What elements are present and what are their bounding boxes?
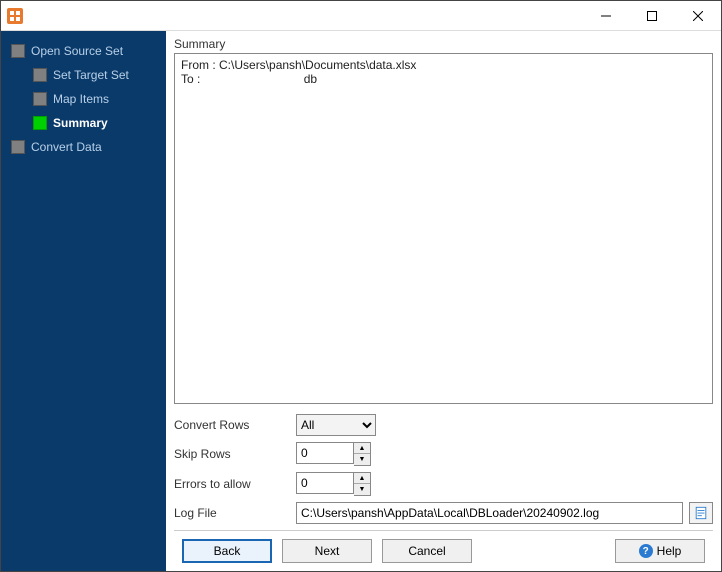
convert-rows-select[interactable]: All [296,414,376,436]
step-status-icon [11,140,25,154]
section-title: Summary [174,37,713,51]
errors-allow-spinner[interactable]: ▲ ▼ [296,472,371,496]
maximize-button[interactable] [629,1,675,31]
step-status-icon [33,116,47,130]
skip-rows-input[interactable] [296,442,354,464]
window-controls [583,1,721,31]
document-icon [694,506,708,520]
errors-allow-label: Errors to allow [174,477,296,491]
log-file-input[interactable] [296,502,683,524]
errors-allow-input[interactable] [296,472,354,494]
log-file-browse-button[interactable] [689,502,713,524]
next-button[interactable]: Next [282,539,372,563]
summary-from-value: C:\Users\pansh\Documents\data.xlsx [219,58,416,72]
skip-rows-spinner[interactable]: ▲ ▼ [296,442,371,466]
app-icon [7,8,23,24]
summary-to-value: db [304,72,317,86]
sidebar-item-convert-data[interactable]: Convert Data [11,135,166,159]
spin-down-icon[interactable]: ▼ [354,484,370,495]
sidebar-item-label: Set Target Set [53,68,129,82]
summary-textarea[interactable]: From : C:\Users\pansh\Documents\data.xls… [174,53,713,404]
titlebar [1,1,721,31]
step-status-icon [11,44,25,58]
sidebar-item-label: Summary [53,116,108,130]
step-status-icon [33,68,47,82]
spin-down-icon[interactable]: ▼ [354,454,370,465]
summary-to-label: To : [181,72,200,86]
convert-rows-label: Convert Rows [174,418,296,432]
step-status-icon [33,92,47,106]
skip-rows-label: Skip Rows [174,447,296,461]
back-button[interactable]: Back [182,539,272,563]
sidebar-item-set-target-set[interactable]: Set Target Set [33,63,166,87]
help-icon: ? [639,544,653,558]
sidebar-item-summary[interactable]: Summary [33,111,166,135]
sidebar-item-open-source-set[interactable]: Open Source Set [11,39,166,63]
summary-from-label: From : [181,58,216,72]
options-panel: Convert Rows All Skip Rows ▲ ▼ Errors to… [174,414,713,530]
footer-buttons: Back Next Cancel ? Help [174,530,713,571]
sidebar-item-map-items[interactable]: Map Items [33,87,166,111]
cancel-button[interactable]: Cancel [382,539,472,563]
log-file-label: Log File [174,506,296,520]
sidebar-item-label: Map Items [53,92,109,106]
sidebar-item-label: Convert Data [31,140,102,154]
wizard-sidebar: Open Source Set Set Target Set Map Items… [1,31,166,571]
help-button[interactable]: ? Help [615,539,705,563]
close-button[interactable] [675,1,721,31]
spin-up-icon[interactable]: ▲ [354,443,370,454]
minimize-button[interactable] [583,1,629,31]
main-panel: Summary From : C:\Users\pansh\Documents\… [166,31,721,571]
sidebar-item-label: Open Source Set [31,44,123,58]
spin-up-icon[interactable]: ▲ [354,473,370,484]
